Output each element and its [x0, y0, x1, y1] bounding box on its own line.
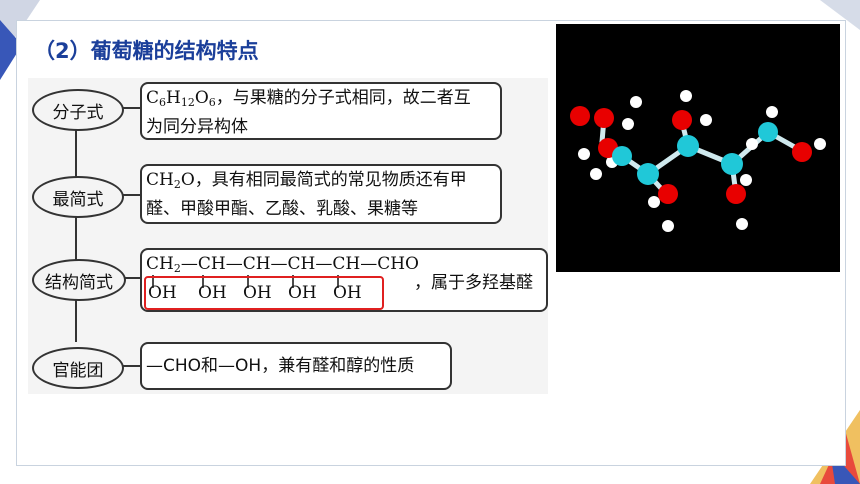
box-functional-group: —CHO和—OH，兼有醛和醇的性质 — [140, 342, 452, 390]
box-molecular-formula: C6H12O6，与果糖的分子式相同，故二者互 为同分异构体 — [140, 82, 502, 140]
glucose-3d-model — [556, 24, 840, 272]
slide-title: （2）葡萄糖的结构特点 — [34, 39, 259, 63]
formula-o: O — [180, 170, 195, 190]
formula-line: CH2O，具有相同最简式的常见物质还有甲 — [146, 168, 496, 197]
label-empirical-formula: 最简式 — [32, 176, 124, 218]
formula-sub-6b: 6 — [208, 96, 216, 109]
formula-h: H — [166, 88, 181, 108]
label-structural-formula: 结构简式 — [32, 259, 126, 301]
formula-line: C6H12O6，与果糖的分子式相同，故二者互 — [146, 86, 496, 115]
label-text: 官能团 — [52, 360, 104, 381]
formula-sub-2: 2 — [173, 178, 181, 191]
hydroxyl-highlight — [144, 276, 384, 310]
description-line1: ，具有相同最简式的常见物质还有甲 — [194, 170, 467, 190]
label-text: 最简式 — [52, 189, 104, 210]
functional-group-description: —CHO和—OH，兼有醛和醇的性质 — [146, 355, 415, 376]
description-line2: 为同分异构体 — [146, 117, 248, 137]
label-text: 分子式 — [52, 102, 104, 123]
description-line1: ，与果糖的分子式相同，故二者互 — [215, 88, 471, 108]
formula-c: C — [146, 88, 160, 108]
formula-sub-12: 12 — [180, 96, 195, 109]
label-molecular-formula: 分子式 — [32, 89, 124, 131]
formula-o: O — [194, 88, 209, 108]
box-empirical-formula: CH2O，具有相同最简式的常见物质还有甲 醛、甲酸甲酯、乙酸、乳酸、果糖等 — [140, 164, 502, 224]
molecule-drawing — [570, 90, 826, 232]
formula-ch: CH — [146, 170, 174, 190]
label-text: 结构简式 — [45, 272, 113, 293]
label-functional-group: 官能团 — [32, 347, 124, 389]
formula-sub-6: 6 — [159, 96, 167, 109]
description-line2: 醛、甲酸甲酯、乙酸、乳酸、果糖等 — [146, 199, 418, 219]
structure-diagram: 分子式 C6H12O6，与果糖的分子式相同，故二者互 为同分异构体 最简式 CH… — [28, 78, 548, 394]
